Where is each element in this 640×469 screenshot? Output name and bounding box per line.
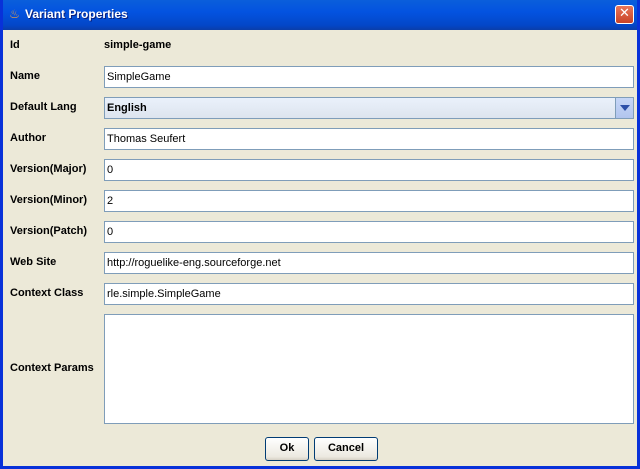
version-minor-label: Version(Minor) [10, 194, 88, 206]
default-lang-label: Default Lang [10, 101, 77, 113]
context-params-label: Context Params [10, 362, 94, 374]
id-label: Id [10, 39, 20, 51]
default-lang-selected: English [107, 102, 147, 114]
id-row: Id simple-game [3, 35, 637, 57]
version-patch-field[interactable] [104, 221, 634, 243]
author-row: Author [3, 128, 637, 150]
cancel-button[interactable]: Cancel [314, 437, 378, 461]
web-site-row: Web Site [3, 252, 637, 274]
ok-button[interactable]: Ok [265, 437, 309, 461]
version-patch-row: Version(Patch) [3, 221, 637, 243]
version-major-field[interactable] [104, 159, 634, 181]
context-class-row: Context Class [3, 283, 637, 305]
id-value: simple-game [104, 39, 172, 51]
version-major-row: Version(Major) [3, 159, 637, 181]
name-label: Name [10, 70, 40, 82]
author-label: Author [10, 132, 47, 144]
author-field[interactable] [104, 128, 634, 150]
web-site-label: Web Site [10, 256, 57, 268]
dropdown-button[interactable] [615, 98, 633, 118]
version-minor-row: Version(Minor) [3, 190, 637, 212]
version-minor-field[interactable] [104, 190, 634, 212]
variant-properties-dialog: ♨ Variant Properties ✕ Id simple-game Na… [0, 0, 640, 469]
default-lang-row: Default Lang English [3, 97, 637, 119]
title-bar[interactable]: ♨ Variant Properties ✕ [3, 0, 637, 30]
window-title: Variant Properties [25, 7, 128, 21]
context-class-field[interactable] [104, 283, 634, 305]
version-patch-label: Version(Patch) [10, 225, 88, 237]
context-params-textarea[interactable] [104, 314, 634, 424]
default-lang-dropdown[interactable]: English [104, 97, 634, 119]
name-field[interactable] [104, 66, 634, 88]
close-button[interactable]: ✕ [615, 5, 634, 24]
coffee-cup-icon: ♨ [9, 7, 20, 21]
chevron-down-icon [620, 105, 630, 111]
context-class-label: Context Class [10, 287, 84, 299]
close-icon: ✕ [619, 6, 630, 21]
web-site-field[interactable] [104, 252, 634, 274]
name-row: Name [3, 66, 637, 88]
version-major-label: Version(Major) [10, 163, 87, 175]
